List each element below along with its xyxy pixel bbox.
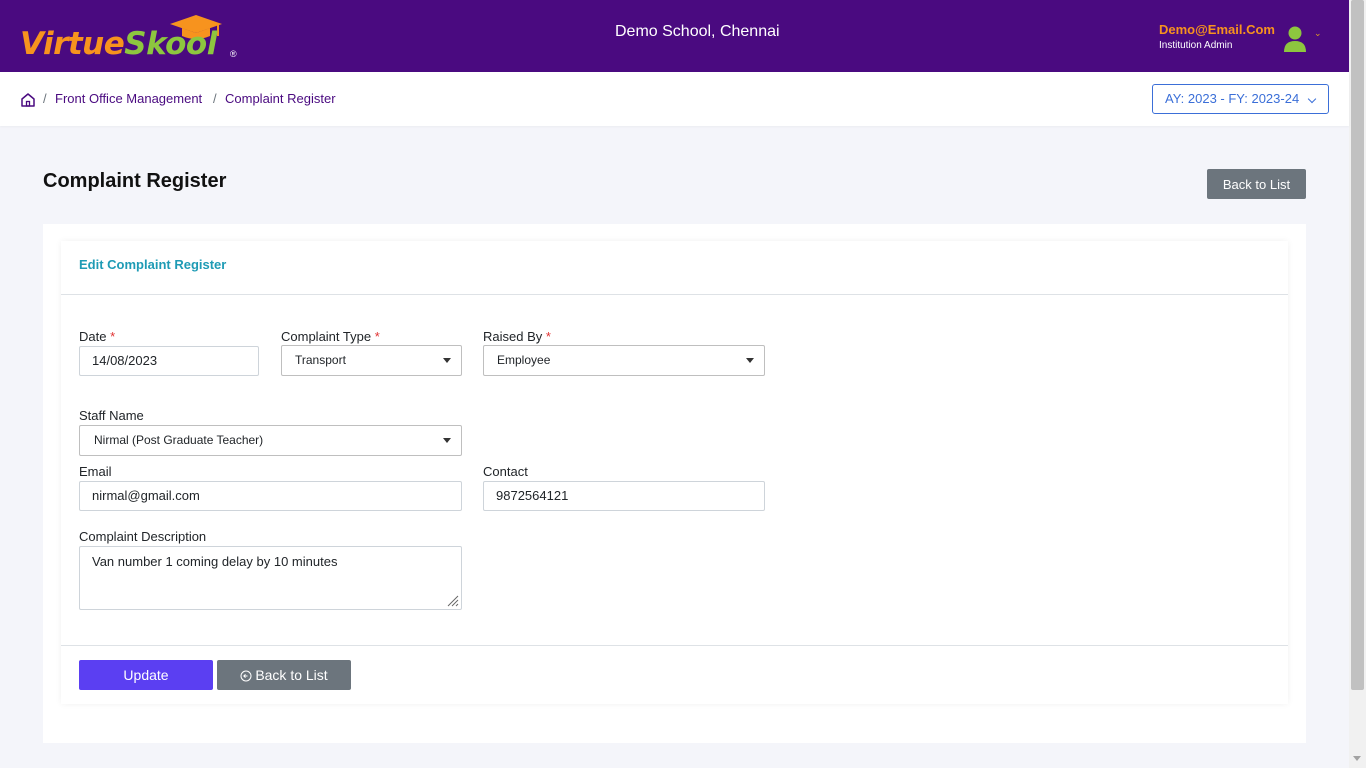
back-to-list-button[interactable]: Back to List [1207, 169, 1306, 199]
form-card-title: Edit Complaint Register [79, 257, 227, 272]
date-label: Date * [79, 329, 116, 344]
caret-down-icon [746, 358, 754, 363]
breadcrumb-bar [0, 72, 1349, 126]
card-header-divider [61, 294, 1288, 295]
email-label: Email [79, 464, 112, 479]
description-textarea[interactable]: Van number 1 coming delay by 10 minutes [79, 546, 462, 610]
user-email[interactable]: Demo@Email.Com [1159, 22, 1275, 37]
description-label: Complaint Description [79, 529, 207, 544]
user-avatar-icon[interactable] [1283, 25, 1307, 53]
raised-by-label: Raised By * [483, 329, 551, 344]
raised-by-select[interactable]: Employee [483, 345, 765, 376]
resize-grip-icon[interactable] [446, 594, 459, 607]
user-role: Institution Admin [1159, 40, 1233, 51]
breadcrumb-complaint-register: Complaint Register [225, 91, 336, 106]
update-button[interactable]: Update [79, 660, 213, 690]
school-name: Demo School, Chennai [615, 23, 780, 40]
scrollbar-thumb[interactable] [1351, 0, 1364, 690]
complaint-type-select[interactable]: Transport [281, 345, 462, 376]
caret-down-icon [443, 438, 451, 443]
app-logo[interactable]: VirtueSkool ® [18, 14, 248, 62]
contact-label: Contact [483, 464, 528, 479]
scroll-down-arrow-icon[interactable] [1353, 756, 1361, 761]
complaint-type-label: Complaint Type * [281, 329, 380, 344]
page-title: Complaint Register [43, 170, 227, 192]
logo-registered-mark: ® [230, 49, 237, 59]
form-card [61, 241, 1288, 704]
date-input[interactable]: 14/08/2023 [79, 346, 259, 376]
logo-wordmark: VirtueSkool [20, 26, 217, 62]
back-to-list-button-bottom[interactable]: Back to List [217, 660, 351, 690]
chevron-down-icon[interactable]: ⌄ [1314, 28, 1322, 39]
breadcrumb-front-office[interactable]: Front Office Management [55, 91, 202, 106]
staff-name-select[interactable]: Nirmal (Post Graduate Teacher) [79, 425, 462, 456]
breadcrumb-separator: / [213, 91, 217, 106]
circle-arrow-left-icon [240, 670, 252, 682]
email-input[interactable]: nirmal@gmail.com [79, 481, 462, 511]
caret-down-icon [443, 358, 451, 363]
home-icon[interactable] [20, 92, 36, 108]
card-footer-divider [61, 645, 1288, 646]
academic-year-select[interactable]: AY: 2023 - FY: 2023-24 [1152, 84, 1329, 114]
breadcrumb-separator: / [43, 91, 47, 106]
contact-input[interactable]: 9872564121 [483, 481, 765, 511]
staff-name-label: Staff Name [79, 408, 144, 423]
back-to-list-label: Back to List [255, 667, 328, 683]
